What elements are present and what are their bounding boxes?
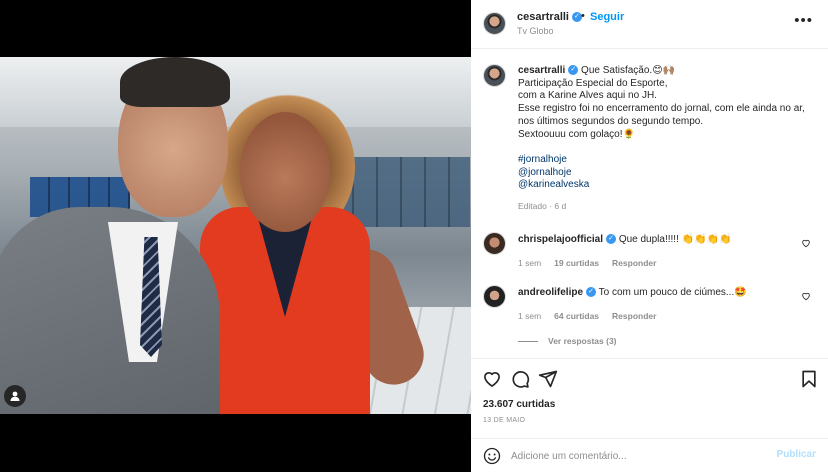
caption-line: com a Karine Alves aqui no JH. bbox=[518, 90, 657, 102]
comment-text: andreolifelipe ✓ To com um pouco de ciúme… bbox=[518, 287, 747, 298]
post-panel: cesartralli ✓ • Seguir Tv Globo ••• cesar… bbox=[471, 0, 828, 472]
comment-username[interactable]: chrispelajoofficial bbox=[518, 234, 603, 245]
bookmark-icon[interactable] bbox=[799, 369, 819, 389]
view-replies-button[interactable]: Ver respostas (3) bbox=[518, 336, 617, 346]
avatar[interactable] bbox=[483, 12, 506, 35]
mention-link[interactable]: @jornalhoje bbox=[518, 167, 818, 180]
header-username[interactable]: cesartralli ✓ bbox=[517, 11, 582, 23]
studio-ceiling bbox=[0, 57, 471, 127]
post-date[interactable]: 13 DE MAIO bbox=[483, 417, 525, 424]
comment-time[interactable]: 1 sem bbox=[518, 258, 541, 268]
location[interactable]: Tv Globo bbox=[517, 26, 554, 36]
action-bar: 23.607 curtidas 13 DE MAIO bbox=[471, 358, 828, 438]
mention-link[interactable]: @karinealveska bbox=[518, 179, 818, 192]
like-comment-heart-icon[interactable] bbox=[801, 238, 811, 251]
username[interactable]: cesartralli bbox=[517, 11, 569, 23]
avatar[interactable] bbox=[483, 232, 506, 255]
post-header: cesartralli ✓ • Seguir Tv Globo ••• bbox=[471, 0, 828, 49]
comment-body: Que dupla!!!!! 👏👏👏👏 bbox=[618, 234, 732, 245]
caption-line: Sextoouuu com golaço!🌻 bbox=[518, 128, 635, 140]
paper-plane-icon[interactable] bbox=[538, 369, 558, 389]
user-tag-icon[interactable] bbox=[4, 385, 26, 407]
replies-line bbox=[518, 340, 538, 342]
caption-line: Esse registro foi no encerramento do jor… bbox=[518, 103, 805, 115]
caption-line: nos últimos segundos do segundo tempo. bbox=[518, 115, 704, 127]
post-photo[interactable] bbox=[0, 57, 471, 414]
caption-line: Que Satisfação.😊🙌🏽 bbox=[581, 65, 676, 76]
follow-button[interactable]: Seguir bbox=[590, 11, 624, 23]
comment-meta: 1 sem 19 curtidas Responder bbox=[518, 258, 656, 268]
comment-likes[interactable]: 19 curtidas bbox=[554, 258, 599, 268]
verified-badge-icon: ✓ bbox=[568, 65, 579, 76]
emoji-icon[interactable] bbox=[483, 447, 501, 465]
comment-item: andreolifelipe ✓ To com um pouco de ciúme… bbox=[483, 285, 818, 335]
man-suit bbox=[0, 207, 220, 414]
woman-head bbox=[240, 112, 330, 232]
comment-input[interactable] bbox=[511, 448, 761, 464]
comment-body: To com um pouco de ciúmes...🤩 bbox=[598, 287, 747, 298]
heart-icon[interactable] bbox=[482, 369, 502, 389]
hashtag-link[interactable]: #jornalhoje bbox=[518, 154, 818, 167]
man-hair bbox=[120, 57, 230, 107]
comment-username[interactable]: andreolifelipe bbox=[518, 287, 583, 298]
avatar[interactable] bbox=[483, 285, 506, 308]
separator-dot: • bbox=[581, 10, 585, 22]
reply-button[interactable]: Responder bbox=[612, 258, 656, 268]
like-comment-heart-icon[interactable] bbox=[801, 291, 811, 304]
likes-count[interactable]: 23.607 curtidas bbox=[483, 399, 555, 410]
comment-time[interactable]: 1 sem bbox=[518, 311, 541, 321]
post-media bbox=[0, 0, 471, 472]
avatar[interactable] bbox=[483, 64, 506, 87]
comment-item: chrispelajoofficial ✓ Que dupla!!!!! 👏👏👏👏… bbox=[483, 232, 818, 282]
caption-line: Participação Especial do Esporte, bbox=[518, 77, 668, 89]
caption-username[interactable]: cesartralli bbox=[518, 65, 565, 76]
caption-body: cesartralli ✓ Que Satisfação.😊🙌🏽 Particip… bbox=[518, 65, 818, 213]
verified-badge-icon: ✓ bbox=[586, 287, 597, 298]
comment-text: chrispelajoofficial ✓ Que dupla!!!!! 👏👏👏👏 bbox=[518, 234, 731, 245]
publish-button[interactable]: Publicar bbox=[777, 449, 816, 460]
comment-icon[interactable] bbox=[510, 369, 530, 389]
verified-badge-icon: ✓ bbox=[606, 234, 617, 245]
view-replies-label: Ver respostas (3) bbox=[548, 336, 617, 346]
comment-likes[interactable]: 64 curtidas bbox=[554, 311, 599, 321]
comment-meta: 1 sem 64 curtidas Responder bbox=[518, 311, 656, 321]
reply-button[interactable]: Responder bbox=[612, 311, 656, 321]
caption-meta: Editado · 6 d bbox=[518, 201, 567, 212]
more-options-icon[interactable]: ••• bbox=[794, 12, 813, 29]
add-comment-bar: Publicar bbox=[471, 438, 828, 472]
comments-list: cesartralli ✓ Que Satisfação.😊🙌🏽 Particip… bbox=[471, 50, 828, 358]
